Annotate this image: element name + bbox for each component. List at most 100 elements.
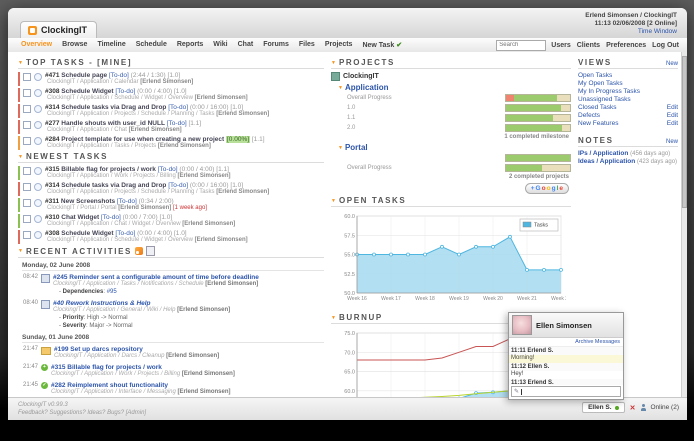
chat-tab-ellen[interactable]: Ellen S.: [582, 402, 625, 413]
clock-icon[interactable]: [34, 231, 42, 239]
nav-link-clients[interactable]: Clients: [577, 42, 600, 49]
section-header-projects[interactable]: ▼ PROJECTS: [331, 58, 571, 69]
tab-new-task[interactable]: New Task ✔: [357, 41, 407, 49]
clock-icon[interactable]: [34, 89, 42, 97]
task-row[interactable]: #314 Schedule tasks via Drag and Drop [T…: [18, 104, 324, 118]
search-input[interactable]: [496, 39, 547, 51]
open-tasks-title: OPEN TASKS: [338, 196, 407, 205]
chat-message-input[interactable]: ✎: [511, 386, 621, 397]
project-application[interactable]: ▼ Application: [331, 83, 571, 92]
note-item[interactable]: IPs / Application (456 days ago): [578, 150, 678, 158]
tab-reports[interactable]: Reports: [172, 41, 208, 49]
activity-link[interactable]: #282 Reimplement shout functionality: [51, 382, 324, 389]
feedback-links[interactable]: Feedback? Suggestions? Ideas? Bugs? [Adm…: [18, 409, 146, 417]
task-row[interactable]: #310 Chat Widget [To-do] (0:00 / 7:00) […: [18, 214, 324, 228]
project-root[interactable]: ClockingIT: [331, 72, 571, 81]
section-header-newest-tasks[interactable]: ▼ NEWEST TASKS: [18, 152, 324, 163]
task-breadcrumb: ClockingIT / Application / Tasks / Proje…: [47, 143, 211, 149]
project-portal[interactable]: ▼ Portal: [331, 143, 571, 152]
task-row[interactable]: #314 Schedule tasks via Drag and Drop [T…: [18, 182, 324, 196]
clock-icon[interactable]: [34, 199, 42, 207]
task-checkbox[interactable]: [23, 89, 31, 97]
view-item-my-open-tasks[interactable]: My Open Tasks: [578, 80, 678, 88]
svg-text:57.5: 57.5: [344, 233, 355, 239]
tab-projects[interactable]: Projects: [320, 41, 358, 49]
chat-popup-header[interactable]: Ellen Simonsen: [509, 313, 623, 338]
progress-segment: [506, 105, 562, 111]
views-new-link[interactable]: New: [666, 61, 678, 67]
activity-row: 21:45 ✓ #282 Reimplement shout functionali…: [22, 382, 324, 396]
view-edit-link[interactable]: Edit: [667, 120, 678, 128]
feed-page-icon[interactable]: [145, 246, 155, 256]
progress-bar: [505, 104, 571, 112]
app-logo[interactable]: ClockingIT: [20, 21, 98, 38]
tab-overview[interactable]: Overview: [16, 41, 57, 49]
tab-wiki[interactable]: Wiki: [208, 41, 232, 49]
view-item-defects[interactable]: Defects Edit: [578, 112, 678, 120]
task-checkbox[interactable]: [23, 199, 31, 207]
view-item-closed-tasks[interactable]: Closed Tasks Edit: [578, 104, 678, 112]
view-item-unassigned-tasks[interactable]: Unassigned Tasks: [578, 96, 678, 104]
nav-link-preferences[interactable]: Preferences: [606, 42, 646, 49]
task-checkbox[interactable]: [23, 183, 31, 191]
section-header-recent-activities[interactable]: ▼ RECENT ACTIVITIES: [18, 246, 324, 258]
task-row[interactable]: #277 Handle shouts with user_id NULL [To…: [18, 120, 324, 134]
note-item[interactable]: Ideas / Application (423 days ago): [578, 158, 678, 166]
task-checkbox[interactable]: [23, 215, 31, 223]
scrollbar-thumb[interactable]: [682, 56, 687, 208]
task-checkbox[interactable]: [23, 167, 31, 175]
add-to-google-button[interactable]: + Go o g l e: [524, 183, 569, 194]
activity-link[interactable]: #199 Set up darcs repository: [54, 346, 324, 353]
milestone-label: 2.0: [347, 125, 356, 131]
clock-icon[interactable]: [34, 73, 42, 81]
clock-icon[interactable]: [34, 183, 42, 191]
task-row[interactable]: #315 Billable flag for projects / work […: [18, 166, 324, 180]
task-row[interactable]: #471 Schedule page [To-do] (2:44 / 1:30)…: [18, 72, 324, 86]
task-checkbox[interactable]: [23, 137, 31, 145]
section-header-open-tasks[interactable]: ▼ OPEN TASKS: [331, 196, 571, 207]
tab-files[interactable]: Files: [294, 41, 320, 49]
view-item-open-tasks[interactable]: Open Tasks: [578, 72, 678, 80]
notes-new-link[interactable]: New: [666, 139, 678, 145]
view-label: Open Tasks: [578, 72, 613, 79]
vertical-scrollbar[interactable]: [681, 52, 687, 398]
tab-forums[interactable]: Forums: [258, 41, 294, 49]
time-window-link[interactable]: Time Window: [585, 28, 677, 36]
view-edit-link[interactable]: Edit: [667, 112, 678, 120]
tab-browse[interactable]: Browse: [57, 41, 92, 49]
tab-chat[interactable]: Chat: [233, 41, 259, 49]
activity-link[interactable]: #315 Billable flag for projects / work: [51, 364, 324, 371]
view-item-my-in-progress-tasks[interactable]: My In Progress Tasks: [578, 88, 678, 96]
task-row[interactable]: #284 Project template for use when creat…: [18, 136, 324, 150]
tab-timeline[interactable]: Timeline: [92, 41, 130, 49]
tab-schedule[interactable]: Schedule: [131, 41, 172, 49]
task-checkbox[interactable]: [23, 73, 31, 81]
archive-messages-link[interactable]: Archive Messages: [509, 338, 623, 347]
view-edit-link[interactable]: Edit: [667, 104, 678, 112]
close-chat-icon[interactable]: ✕: [630, 404, 636, 412]
rss-icon[interactable]: [134, 247, 143, 255]
activity-link[interactable]: #245 Reminder sent a configurable amount…: [53, 274, 324, 281]
task-row[interactable]: #311 New Screenshots [To-do] (0:34 / 2:0…: [18, 198, 324, 212]
view-item-new-features[interactable]: New Features Edit: [578, 120, 678, 128]
nav-link-log-out[interactable]: Log Out: [652, 42, 679, 49]
task-checkbox[interactable]: [23, 231, 31, 239]
task-status: [To-do]: [168, 104, 189, 111]
task-checkbox[interactable]: [23, 105, 31, 113]
check-icon: ✓: [41, 382, 48, 389]
nav-link-users[interactable]: Users: [551, 42, 570, 49]
clock-icon[interactable]: [34, 167, 42, 175]
property-value[interactable]: #95: [107, 289, 117, 295]
project-root-label: ClockingIT: [343, 73, 379, 80]
clock-icon[interactable]: [34, 121, 42, 129]
section-header-top-tasks[interactable]: ▼ TOP TASKS - [MINE]: [18, 58, 324, 69]
clock-icon[interactable]: [34, 137, 42, 145]
task-content: #471 Schedule page [To-do] (2:44 / 1:30)…: [45, 72, 324, 86]
clock-icon[interactable]: [34, 105, 42, 113]
task-checkbox[interactable]: [23, 121, 31, 129]
task-row[interactable]: #308 Schedule Widget [To-do] (0:00 / 4:0…: [18, 230, 324, 244]
activity-link[interactable]: #40 Rework Instructions & Help: [53, 300, 324, 307]
task-row[interactable]: #308 Schedule Widget [To-do] (0:00 / 4:0…: [18, 88, 324, 102]
clock-icon[interactable]: [34, 215, 42, 223]
online-users-button[interactable]: Online (2): [640, 404, 679, 411]
